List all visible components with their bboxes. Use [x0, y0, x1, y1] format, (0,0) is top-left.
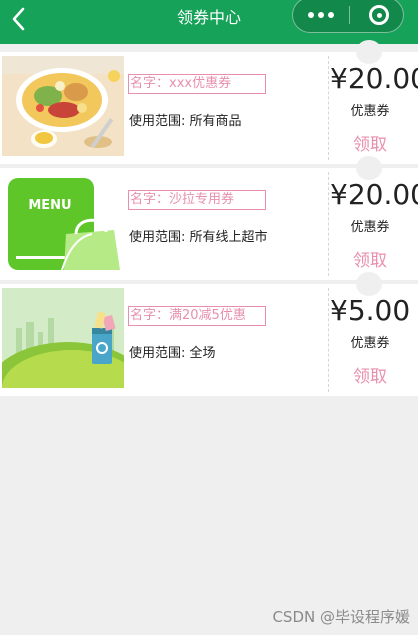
claim-button[interactable]: 领取	[330, 246, 410, 271]
coupon-type: 优惠券	[350, 104, 390, 119]
coupon-type: 优惠券	[350, 336, 390, 351]
more-menu-button[interactable]	[293, 0, 349, 32]
ticket-dashed-divider	[328, 288, 329, 392]
target-circle-icon	[369, 5, 389, 25]
coupon-scope: 使用范围: 全场	[129, 346, 216, 361]
coupon-scope: 使用范围: 所有商品	[129, 114, 242, 129]
coupon-name: 名字：满20减5优惠	[128, 306, 266, 326]
close-mini-program-button[interactable]	[355, 0, 403, 32]
salad-bowl-photo	[2, 56, 124, 156]
top-navigation-bar: 领券中心	[0, 0, 418, 44]
coupon-name: 名字：xxx优惠券	[128, 74, 266, 94]
coupon-amount: ¥20.00	[330, 178, 418, 211]
ticket-dashed-divider	[328, 56, 329, 160]
ticket-notch	[356, 156, 382, 180]
more-dots-icon	[308, 12, 314, 18]
coupon-scope: 使用范围: 所有线上超市	[129, 230, 268, 245]
more-dot	[328, 12, 334, 18]
target-dot	[376, 12, 382, 18]
ticket-notch	[356, 40, 382, 64]
more-dot	[318, 12, 324, 18]
coupon-name: 名字：沙拉专用券	[128, 190, 266, 210]
claim-button[interactable]: 领取	[330, 362, 410, 387]
coupon-type: 优惠券	[350, 220, 390, 235]
coupon-amount: ¥5.00	[330, 294, 411, 327]
coupon-card: 名字：xxx优惠券 使用范围: 所有商品 ¥20.00 优惠券 领取	[0, 40, 418, 164]
ticket-dashed-divider	[328, 172, 329, 276]
coupon-amount: ¥20.00	[330, 62, 418, 95]
capsule-divider	[349, 6, 350, 24]
menu-shopping-bag-graphic: MENU	[2, 172, 124, 272]
coupon-card: 名字：满20减5优惠 使用范围: 全场 ¥5.00 优惠券 领取	[0, 272, 418, 396]
ticket-notch	[356, 272, 382, 296]
watermark-text: CSDN @毕设程序媛	[272, 608, 410, 626]
claim-button[interactable]: 领取	[330, 130, 410, 155]
mini-program-capsule	[292, 0, 404, 33]
svg-text:MENU: MENU	[28, 198, 71, 213]
green-hill-recycling-bins-illustration	[2, 288, 124, 388]
coupon-card: MENU 名字：沙拉专用券 使用范围: 所有线上超市 ¥20.00 优惠券 领取	[0, 156, 418, 280]
